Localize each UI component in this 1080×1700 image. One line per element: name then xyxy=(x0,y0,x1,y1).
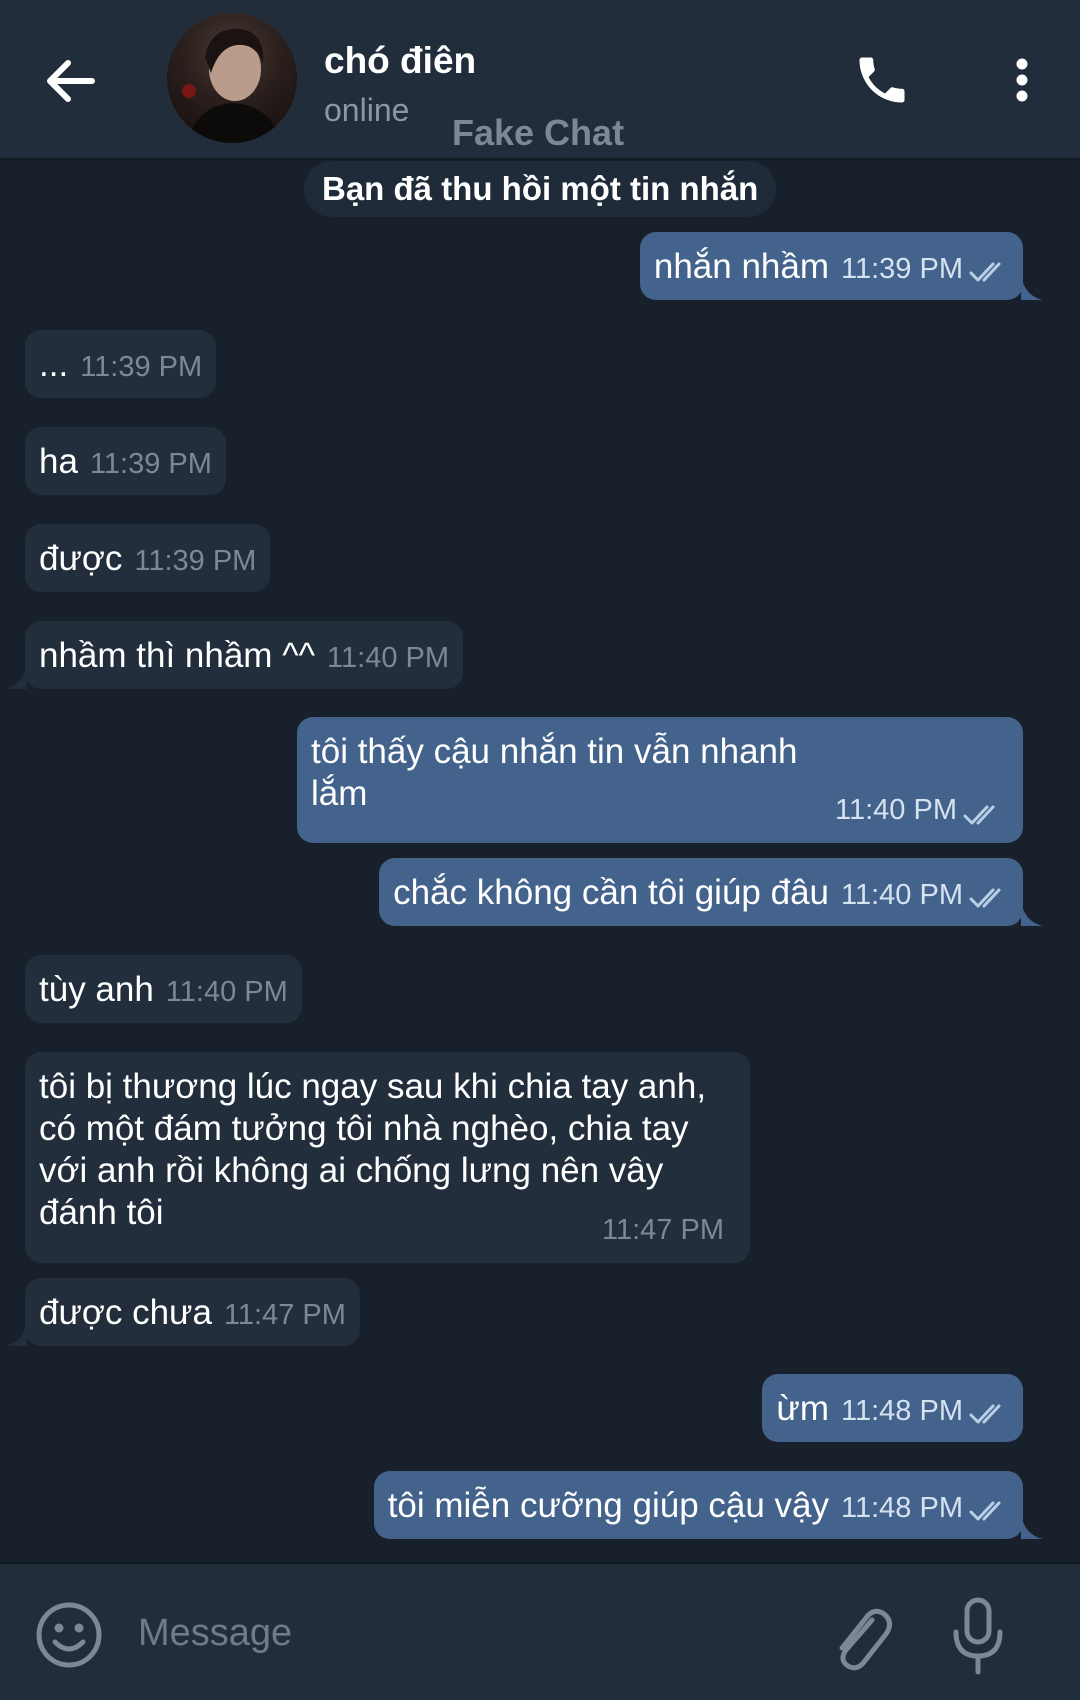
message-time: 11:39 PM xyxy=(89,448,212,480)
message-bubble-incoming[interactable]: ... 11:39 PM xyxy=(25,330,217,398)
message-time: 11:40 PM xyxy=(835,794,957,826)
message-time: 11:40 PM xyxy=(841,879,963,911)
message-bubble-outgoing[interactable]: tôi thấy cậu nhắn tin vẫn nhanh lắm 11:4… xyxy=(297,717,1023,843)
call-button[interactable] xyxy=(852,50,912,110)
message-time: 11:40 PM xyxy=(165,976,288,1008)
message-text: tôi thấy cậu nhắn tin vẫn nhanh lắm xyxy=(311,732,798,813)
message-text: ... xyxy=(39,345,69,384)
bubble-tail xyxy=(1021,1515,1043,1539)
message-time: 11:47 PM xyxy=(223,1299,346,1331)
message-bubble-outgoing[interactable]: ừm 11:48 PM xyxy=(762,1374,1023,1442)
message-text: chắc không cần tôi giúp đâu xyxy=(393,873,830,912)
service-message: Bạn đã thu hồi một tin nhắn xyxy=(304,161,777,217)
message-bubble-outgoing[interactable]: nhắn nhầm 11:39 PM xyxy=(639,232,1043,300)
avatar[interactable] xyxy=(167,13,297,143)
message-text: nhầm thì nhầm ^^ xyxy=(39,636,316,675)
message-bubble-incoming[interactable]: nhầm thì nhầm ^^ 11:40 PM xyxy=(5,621,464,689)
message-bubble-incoming[interactable]: tôi bị thương lúc ngay sau khi chia tay … xyxy=(25,1052,750,1263)
bubble-tail xyxy=(5,1322,27,1346)
more-menu-button[interactable] xyxy=(1000,50,1044,110)
message-time: 11:48 PM xyxy=(841,1395,963,1427)
message-text: tùy anh xyxy=(39,970,154,1009)
message-text: ừm xyxy=(776,1389,830,1428)
more-vertical-icon xyxy=(1016,58,1028,102)
double-check-icon xyxy=(963,805,995,825)
message-time: 11:39 PM xyxy=(841,253,963,285)
message-time: 11:39 PM xyxy=(80,351,203,383)
avatar-image xyxy=(182,28,281,143)
paperclip-icon xyxy=(839,1608,892,1671)
bubble-tail xyxy=(5,665,27,689)
message-input[interactable] xyxy=(136,1602,780,1664)
message-bubble-incoming[interactable]: được chưa 11:47 PM xyxy=(5,1278,360,1346)
message-bubble-incoming[interactable]: ha 11:39 PM xyxy=(25,427,226,495)
voice-record-button[interactable] xyxy=(948,1594,1008,1678)
message-text: nhắn nhầm xyxy=(653,247,830,286)
double-check-icon xyxy=(969,888,1001,908)
back-button[interactable] xyxy=(40,50,102,112)
phone-icon xyxy=(859,57,905,103)
message-meta: 11:40 PM xyxy=(835,789,1003,831)
bubble-tail xyxy=(1021,902,1043,926)
watermark: Fake Chat xyxy=(452,112,625,153)
attach-button[interactable] xyxy=(826,1600,896,1676)
message-time: 11:39 PM xyxy=(134,545,257,577)
message-time: 11:48 PM xyxy=(841,1492,963,1524)
message-text: ha xyxy=(39,442,78,481)
message-bubble-outgoing[interactable]: tôi miễn cưỡng giúp cậu vậy 11:48 PM xyxy=(373,1471,1043,1539)
double-check-icon xyxy=(969,1404,1001,1424)
message-text: được xyxy=(39,539,123,578)
contact-status: online xyxy=(324,92,410,128)
microphone-icon xyxy=(953,1597,1003,1675)
message-time: 11:40 PM xyxy=(327,642,450,674)
message-time: 11:47 PM xyxy=(602,1214,724,1246)
double-check-icon xyxy=(969,262,1001,282)
message-meta: 11:47 PM xyxy=(602,1209,730,1251)
message-text: tôi miễn cưỡng giúp cậu vậy xyxy=(387,1486,830,1525)
arrow-left-icon xyxy=(47,60,95,102)
emoji-icon xyxy=(36,1602,102,1668)
bubble-tail xyxy=(1021,276,1043,300)
message-bubble-incoming[interactable]: tùy anh 11:40 PM xyxy=(25,955,302,1023)
message-bubble-incoming[interactable]: được 11:39 PM xyxy=(25,524,271,592)
message-composer xyxy=(0,1562,1080,1700)
chat-header: chó điên online Fake Chat xyxy=(0,0,1080,160)
contact-name[interactable]: chó điên xyxy=(324,40,476,82)
message-text: được chưa xyxy=(39,1293,212,1332)
double-check-icon xyxy=(969,1501,1001,1521)
message-bubble-outgoing[interactable]: chắc không cần tôi giúp đâu 11:40 PM xyxy=(379,858,1043,926)
emoji-button[interactable] xyxy=(34,1600,104,1670)
